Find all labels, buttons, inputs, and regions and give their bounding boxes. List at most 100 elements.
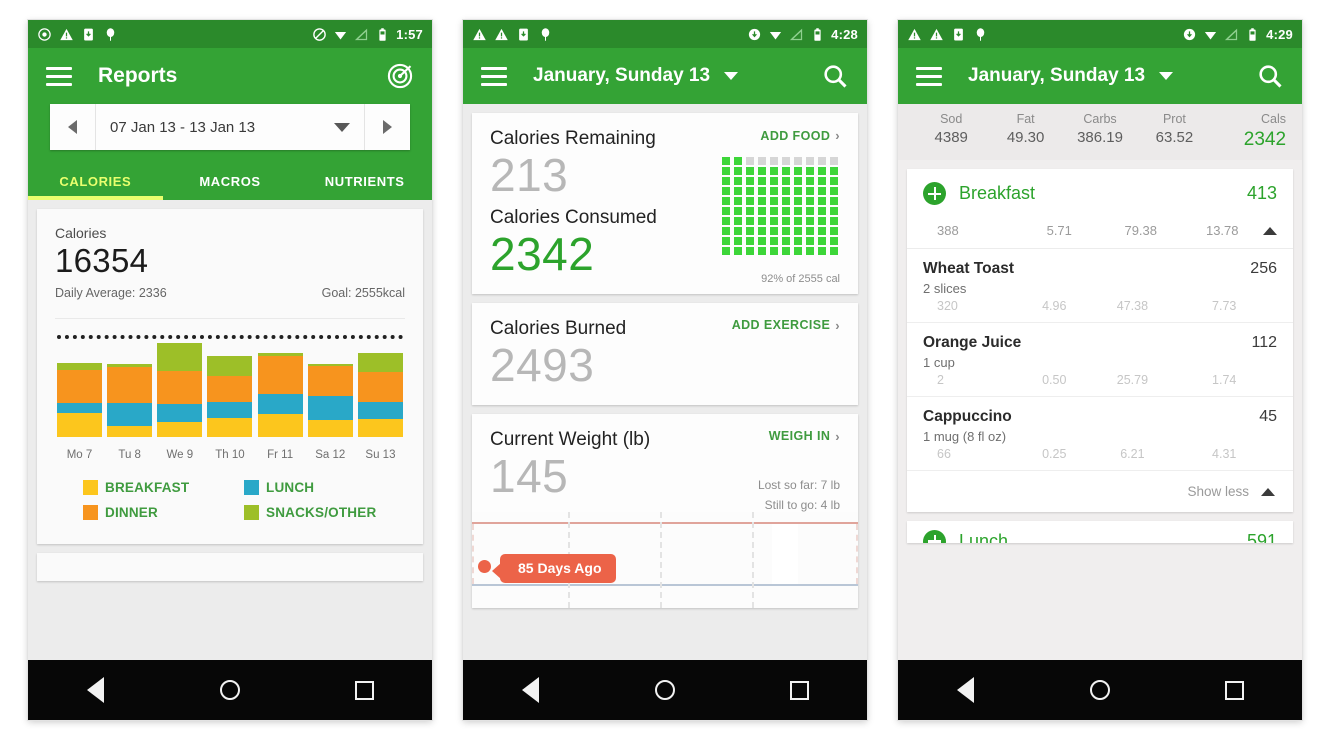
- dot-filled: [734, 207, 742, 215]
- search-icon[interactable]: [821, 62, 849, 90]
- dot-filled: [770, 187, 778, 195]
- back-triangle-icon[interactable]: [517, 677, 543, 703]
- dot-empty: [782, 157, 790, 165]
- weigh-in-button[interactable]: WEIGH IN ›: [769, 429, 840, 444]
- plus-circle-icon[interactable]: [923, 182, 946, 205]
- date-range-bar: 07 Jan 13 - 13 Jan 13: [28, 104, 432, 164]
- dot-filled: [818, 237, 826, 245]
- dot-filled: [830, 187, 838, 195]
- status-bar-clock: 4:29: [1266, 26, 1293, 42]
- dot-filled: [722, 177, 730, 185]
- caret-down-icon[interactable]: [1159, 72, 1174, 80]
- daily-average-label: Daily Average: 2336: [55, 285, 167, 300]
- weight-marker-tooltip: 85 Days Ago: [492, 553, 616, 583]
- food-item[interactable]: Orange Juice 112 1 cup 2 0.50 25.79 1.74: [907, 323, 1293, 397]
- bar-segment-lunch: [157, 403, 203, 422]
- weight-data-point[interactable]: [478, 559, 491, 573]
- bar-segment-breakfast: [57, 413, 102, 437]
- date-range-picker[interactable]: 07 Jan 13 - 13 Jan 13: [50, 104, 410, 150]
- signal-icon: [790, 28, 803, 40]
- back-triangle-icon[interactable]: [82, 677, 108, 703]
- hamburger-icon[interactable]: [916, 66, 942, 86]
- dot-filled: [746, 177, 754, 185]
- battery-icon: [379, 27, 386, 41]
- dot-filled: [830, 227, 838, 235]
- meal-card-lunch[interactable]: Lunch 591: [907, 521, 1293, 543]
- diary-summary-content: Calories Remaining 213 Calories Consumed…: [463, 104, 867, 660]
- chevron-right-icon: ›: [835, 128, 840, 143]
- food-item-macro-sodium: 66: [937, 447, 951, 461]
- add-food-label: ADD FOOD: [760, 128, 831, 143]
- date-range-display[interactable]: 07 Jan 13 - 13 Jan 13: [96, 104, 364, 150]
- nutrient-value: 49.30: [1006, 129, 1045, 146]
- home-circle-icon[interactable]: [1087, 677, 1113, 703]
- add-exercise-label: ADD EXERCISE: [731, 318, 831, 333]
- tab-macros[interactable]: MACROS: [163, 164, 298, 200]
- plus-circle-icon[interactable]: [923, 529, 946, 543]
- calories-stacked-bar-chart: Mo 7 Tu 8 We 9 Th 10 Fr 11 Sa 12 Su 13: [55, 317, 405, 463]
- android-nav-bar: [28, 660, 432, 720]
- dot-filled: [794, 167, 802, 175]
- date-next-button[interactable]: [364, 104, 410, 150]
- status-bar-clock: 1:57: [396, 26, 423, 42]
- report-tabs: CALORIES MACROS NUTRIENTS: [28, 164, 432, 200]
- show-less-button[interactable]: Show less: [907, 471, 1293, 512]
- dot-filled: [758, 237, 766, 245]
- chart-legend: BREAKFAST LUNCH DINNER SNACKS/OTHER: [55, 479, 405, 530]
- balloon-icon: [541, 27, 550, 41]
- dot-filled: [722, 197, 730, 205]
- hamburger-icon[interactable]: [481, 66, 507, 86]
- legend-swatch: [244, 479, 259, 495]
- x-axis-label: Fr 11: [267, 448, 294, 461]
- calories-burned-value: 2493: [490, 338, 595, 391]
- hamburger-icon[interactable]: [46, 66, 72, 86]
- dot-filled: [758, 217, 766, 225]
- nutrient-col-fat: Fat 49.30: [988, 112, 1062, 151]
- dot-filled: [782, 237, 790, 245]
- dot-filled: [746, 247, 754, 255]
- home-circle-icon[interactable]: [652, 677, 678, 703]
- current-weight-card[interactable]: Current Weight (lb) 145 WEIGH IN › Lost …: [472, 413, 858, 608]
- add-food-button[interactable]: ADD FOOD ›: [760, 128, 840, 143]
- bar-segment-lunch: [107, 402, 153, 426]
- balloon-icon: [106, 27, 115, 41]
- food-item-macro-protein: 7.73: [1212, 299, 1237, 313]
- app-bar: Reports 07 Jan 13 - 13 Jan 13 CALORIES M…: [28, 48, 432, 200]
- tab-calories[interactable]: CALORIES: [28, 164, 163, 200]
- back-triangle-icon[interactable]: [952, 677, 978, 703]
- add-exercise-button[interactable]: ADD EXERCISE ›: [732, 318, 840, 333]
- caret-up-icon[interactable]: [1263, 226, 1277, 235]
- recents-square-icon[interactable]: [787, 677, 813, 703]
- tab-nutrients[interactable]: NUTRIENTS: [297, 164, 432, 200]
- dot-filled: [830, 237, 838, 245]
- bar-segment-lunch: [357, 401, 403, 419]
- home-circle-icon[interactable]: [217, 677, 243, 703]
- bar-segment-dinner: [207, 375, 253, 402]
- calories-burned-card[interactable]: Calories Burned 2493 ADD EXERCISE ›: [472, 302, 858, 405]
- chevron-left-icon: [68, 120, 77, 134]
- search-icon[interactable]: [1256, 62, 1284, 90]
- caret-down-icon[interactable]: [724, 72, 739, 80]
- legend-swatch: [83, 479, 98, 495]
- food-item[interactable]: Wheat Toast 256 2 slices 320 4.96 47.38 7.73: [907, 249, 1293, 323]
- dot-filled: [806, 177, 814, 185]
- nutrient-value: 63.52: [1155, 129, 1194, 146]
- goal-dotted-line: [57, 334, 403, 339]
- target-icon[interactable]: [386, 62, 414, 90]
- dot-filled: [770, 207, 778, 215]
- food-item[interactable]: Cappuccino 45 1 mug (8 fl oz) 66 0.25 6.21 4.3…: [907, 397, 1293, 471]
- recents-square-icon[interactable]: [352, 677, 378, 703]
- dot-filled: [830, 207, 838, 215]
- recents-square-icon[interactable]: [1222, 677, 1248, 703]
- nutrient-value: 4389: [934, 129, 968, 146]
- meal-header[interactable]: Breakfast 413: [907, 169, 1293, 217]
- date-prev-button[interactable]: [50, 104, 96, 150]
- nutrient-header: Sod: [940, 112, 963, 126]
- dot-filled: [818, 227, 826, 235]
- calories-card[interactable]: Calories Remaining 213 Calories Consumed…: [472, 113, 858, 294]
- dot-filled: [734, 177, 742, 185]
- nutrient-col-calories: Cals 2342: [1212, 112, 1286, 151]
- status-bar-left-icons: [907, 27, 988, 42]
- food-item-serving: 2 slices: [923, 281, 967, 296]
- legend-swatch: [83, 504, 98, 520]
